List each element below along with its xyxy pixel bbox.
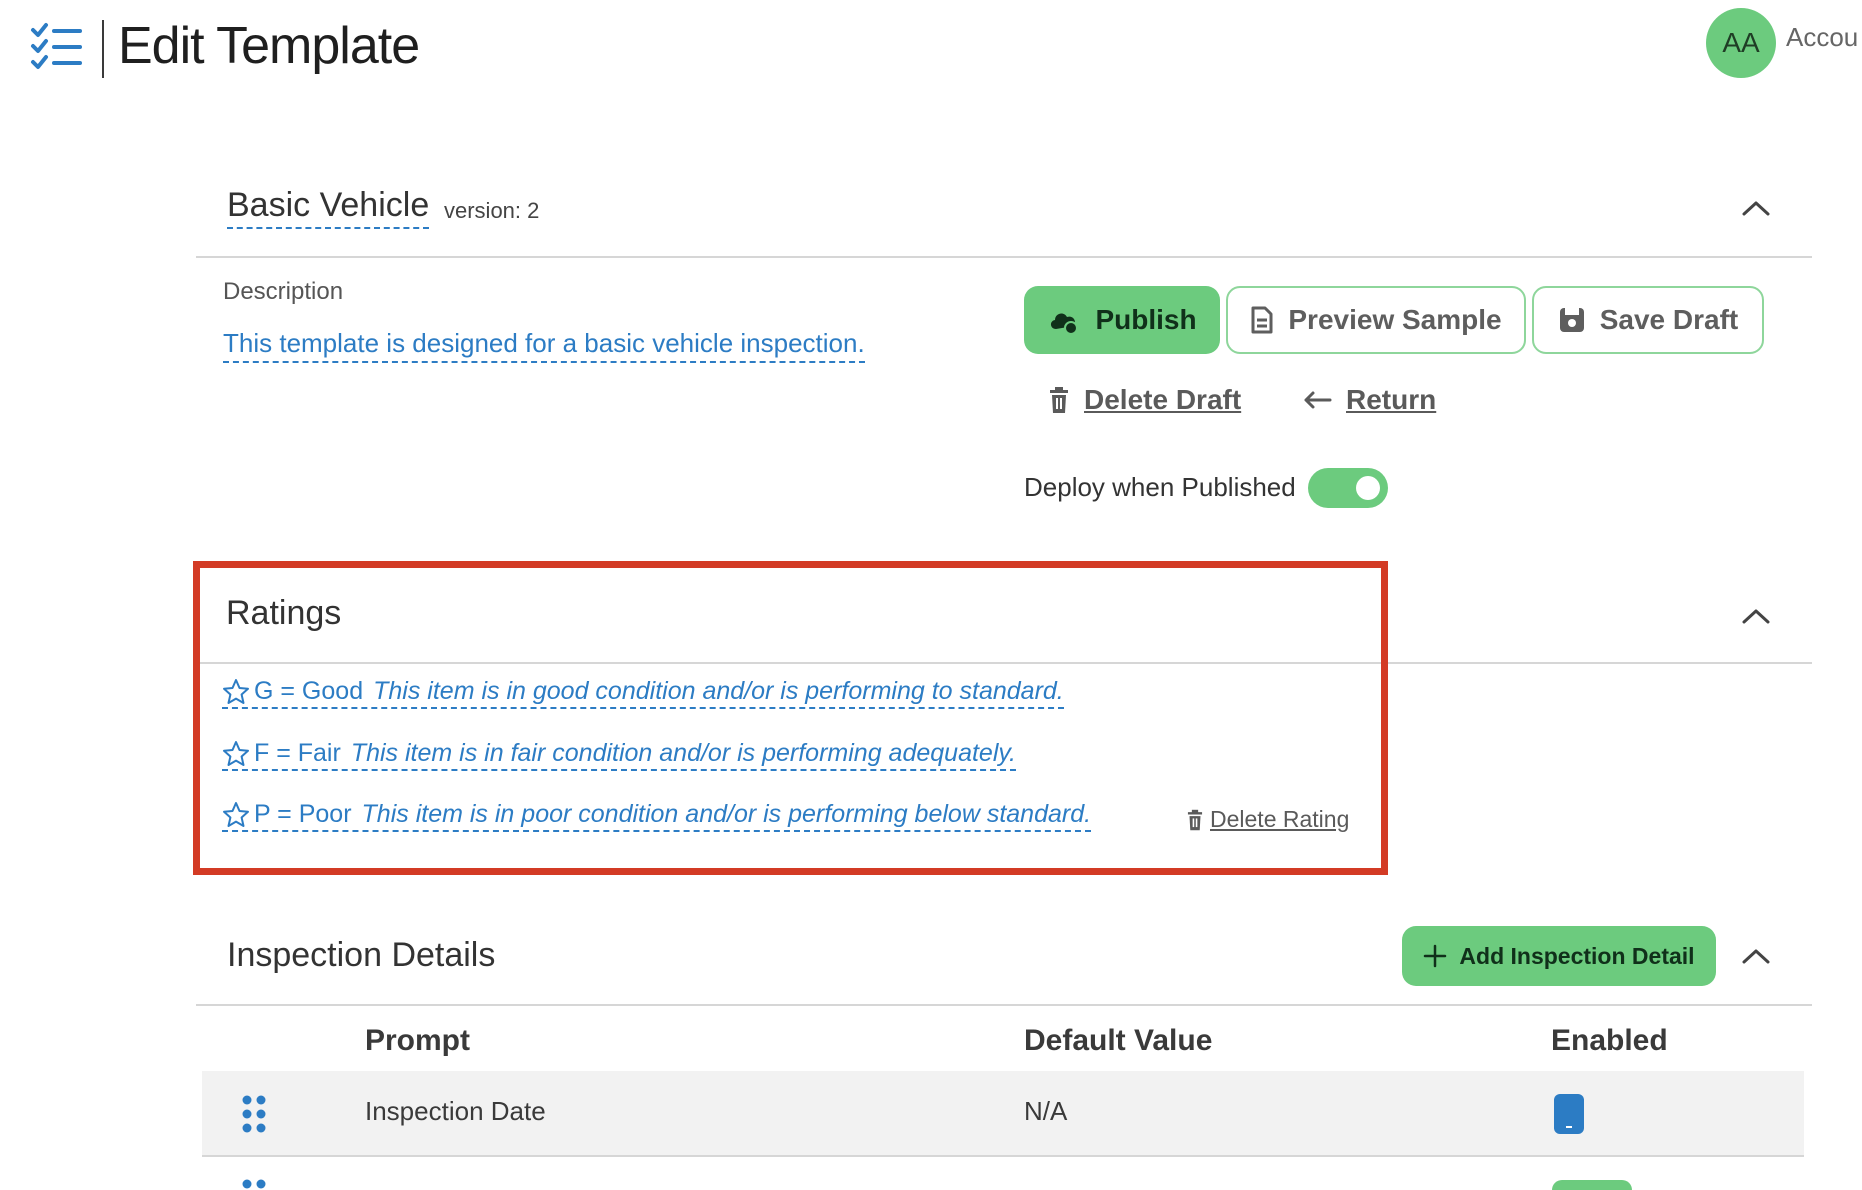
star-icon [223,678,249,704]
toggle-knob [1356,476,1380,500]
ratings-title: Ratings [226,594,342,632]
deploy-when-published-label: Deploy when Published [1024,472,1296,502]
delete-draft-label: Delete Draft [1084,384,1242,415]
row-enabled-toggle[interactable] [1552,1180,1632,1190]
inspection-details-title: Inspection Details [227,936,496,974]
description-text[interactable]: This template is designed for a basic ve… [223,328,865,363]
publish-cloud-icon [1051,313,1079,335]
app-header: Edit Template AA Accou [0,0,1862,100]
header-divider [102,20,104,78]
add-inspection-detail-button[interactable]: Add Inspection Detail [1402,926,1716,986]
template-section-header [196,164,1812,258]
delete-draft-link[interactable]: Delete Draft [1048,384,1241,416]
template-version: version: 2 [444,198,540,223]
ratings-section-header [196,566,1812,664]
trash-icon [1050,387,1068,413]
return-link[interactable]: Return [1302,384,1436,416]
rating-item-poor[interactable]: P = Poor This item is in poor condition … [222,800,1092,832]
star-icon [223,801,249,827]
publish-button[interactable]: Publish [1024,286,1220,354]
page-title: Edit Template [118,17,420,75]
star-icon [223,740,249,766]
collapse-template-chevron-icon[interactable] [1740,198,1772,218]
column-header-enabled[interactable]: Enabled [1551,1024,1668,1058]
preview-sample-label: Preview Sample [1288,304,1502,335]
row-enabled-toggle[interactable] [1554,1094,1584,1134]
plus-icon [1424,944,1447,968]
collapse-inspection-chevron-icon[interactable] [1740,946,1772,966]
rating-description: This item is in fair condition and/or is… [350,739,1016,767]
publish-label: Publish [1095,304,1197,335]
drag-handle-icon[interactable] [240,1178,268,1190]
checklist-logo-icon[interactable] [30,22,84,72]
account-label[interactable]: Accou [1786,22,1858,53]
arrow-left-icon [1304,391,1332,409]
preview-sample-button[interactable]: Preview Sample [1226,286,1526,354]
save-disk-icon [1559,308,1584,332]
avatar[interactable]: AA [1706,8,1776,78]
description-label: Description [223,278,344,305]
document-icon [1251,306,1273,334]
template-name[interactable]: Basic Vehicle [227,186,430,229]
row-default-value: N/A [1024,1096,1068,1126]
column-header-prompt[interactable]: Prompt [365,1024,470,1058]
rating-code: P = Poor [254,800,352,828]
rating-item-fair[interactable]: F = Fair This item is in fair condition … [222,739,1016,771]
rating-description: This item is in poor condition and/or is… [361,800,1092,828]
trash-icon [1187,809,1203,830]
collapse-ratings-chevron-icon[interactable] [1740,606,1772,626]
add-inspection-detail-label: Add Inspection Detail [1459,942,1695,969]
rating-description: This item is in good condition and/or is… [373,677,1064,705]
rating-code: F = Fair [254,739,341,767]
rating-code: G = Good [254,677,364,705]
row-prompt: Inspection Date [365,1096,546,1126]
rating-item-good[interactable]: G = Good This item is in good condition … [222,677,1064,709]
save-draft-button[interactable]: Save Draft [1532,286,1764,354]
deploy-when-published-toggle[interactable] [1308,468,1388,508]
return-label: Return [1346,384,1437,415]
drag-handle-icon[interactable] [240,1094,268,1134]
save-draft-label: Save Draft [1599,304,1739,335]
column-header-default-value[interactable]: Default Value [1024,1024,1212,1058]
delete-rating-label: Delete Rating [1210,806,1350,832]
delete-rating-link[interactable]: Delete Rating [1186,806,1349,833]
